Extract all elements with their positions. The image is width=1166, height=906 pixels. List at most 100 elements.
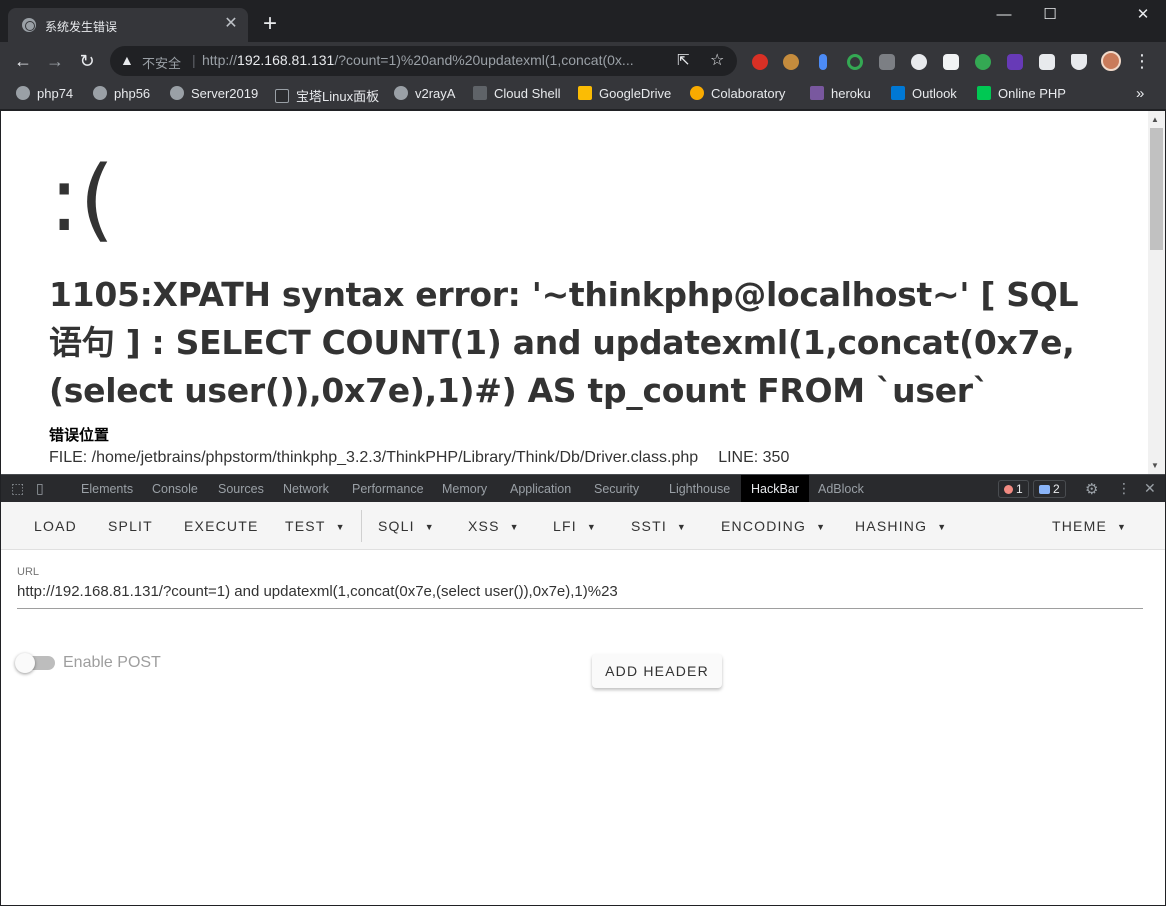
profile-avatar[interactable] — [1101, 51, 1121, 71]
xss-menu[interactable]: XSS ▼ — [468, 518, 520, 534]
tab-lighthouse[interactable]: Lighthouse — [669, 482, 730, 496]
tab-adblock[interactable]: AdBlock — [818, 482, 864, 496]
bookmark-cloud-shell[interactable]: Cloud Shell — [473, 86, 561, 101]
extension-badge-icon[interactable] — [1007, 54, 1023, 70]
ssti-menu[interactable]: SSTI ▼ — [631, 518, 687, 534]
extensions-puzzle-icon[interactable] — [1039, 54, 1055, 70]
globe-icon — [22, 18, 36, 32]
bookmark-star-icon[interactable]: ☆ — [710, 50, 724, 70]
url-input[interactable]: http://192.168.81.131/?count=1) and upda… — [17, 583, 1143, 600]
window-close-button[interactable]: ✕ — [1120, 0, 1166, 32]
add-header-button[interactable]: ADD HEADER — [592, 654, 722, 688]
settings-gear-icon[interactable]: ⚙ — [1085, 480, 1098, 498]
tab-application[interactable]: Application — [510, 482, 571, 496]
extension-cursor-icon[interactable] — [879, 54, 895, 70]
bookmark-online-php[interactable]: Online PHP — [977, 86, 1066, 101]
hashing-menu[interactable]: HASHING ▼ — [855, 518, 947, 534]
url-field-label: URL — [17, 566, 40, 578]
sqli-menu[interactable]: SQLI ▼ — [378, 518, 435, 534]
extension-document-icon[interactable] — [943, 54, 959, 70]
devtools-menu-icon[interactable]: ⋮ — [1117, 480, 1131, 497]
hackbar-panel: LOAD SPLIT EXECUTE TEST ▼ SQLI ▼ XSS ▼ LFI ▼… — [1, 502, 1165, 905]
minimize-button[interactable]: — — [981, 0, 1027, 32]
toggle-knob[interactable] — [15, 653, 35, 673]
bookmark-php74[interactable]: php74 — [16, 86, 73, 101]
browser-toolbar: ← → ↻ ▲ 不安全 | http://192.168.81.131/?cou… — [0, 42, 1166, 80]
lfi-menu[interactable]: LFI ▼ — [553, 518, 597, 534]
reload-icon[interactable]: ↻ — [74, 48, 100, 74]
encoding-menu[interactable]: ENCODING ▼ — [721, 518, 826, 534]
bookmark-heroku[interactable]: heroku — [810, 86, 871, 101]
split-button[interactable]: SPLIT — [108, 518, 153, 534]
execute-button[interactable]: EXECUTE — [184, 518, 259, 534]
error-file: FILE: /home/jetbrains/phpstorm/thinkphp_… — [49, 449, 699, 466]
extension-cookie-icon[interactable] — [783, 54, 799, 70]
extension-pin-icon[interactable] — [819, 54, 827, 70]
tab-elements[interactable]: Elements — [81, 482, 133, 496]
address-url[interactable]: http://192.168.81.131/?count=1)%20and%20… — [202, 52, 672, 68]
error-message: 1105:XPATH syntax error: '~thinkphp@loca… — [49, 275, 1079, 410]
device-toolbar-icon[interactable]: ▯ — [36, 480, 44, 497]
extension-cloud-icon[interactable] — [911, 54, 927, 70]
inspect-element-icon[interactable]: ⬚ — [11, 480, 24, 497]
warning-icon: ▲ — [120, 52, 134, 68]
bookmarks-overflow-icon[interactable]: » — [1136, 85, 1144, 102]
bookmark-server2019[interactable]: Server2019 — [170, 86, 258, 101]
load-button[interactable]: LOAD — [34, 518, 77, 534]
caret-down-icon: ▼ — [676, 522, 688, 532]
bookmarks-bar: php74 php56 Server2019 宝塔Linux面板 v2rayA … — [0, 80, 1166, 110]
tab-sources[interactable]: Sources — [218, 482, 264, 496]
bookmark-v2raya[interactable]: v2rayA — [394, 86, 455, 101]
hackbar-menu: LOAD SPLIT EXECUTE TEST ▼ SQLI ▼ XSS ▼ LFI ▼… — [1, 502, 1165, 550]
bookmark-googledrive[interactable]: GoogleDrive — [578, 86, 671, 101]
kebab-menu-icon[interactable]: ⋮ — [1133, 51, 1151, 72]
address-bar[interactable]: ▲ 不安全 | http://192.168.81.131/?count=1)%… — [110, 46, 737, 76]
share-icon[interactable]: ⇱ — [677, 51, 690, 69]
drive-icon — [578, 86, 592, 100]
scrollbar-thumb[interactable] — [1150, 128, 1163, 250]
tab-network[interactable]: Network — [283, 482, 329, 496]
extension-stop-icon[interactable] — [752, 54, 768, 70]
bookmark-php56[interactable]: php56 — [93, 86, 150, 101]
extension-ring-icon[interactable] — [847, 54, 863, 70]
enable-post-toggle[interactable] — [15, 653, 55, 673]
shell-icon — [977, 86, 991, 100]
terminal-icon — [473, 86, 487, 100]
tab-security[interactable]: Security — [594, 482, 639, 496]
lab-flask-icon[interactable] — [1071, 54, 1087, 70]
devtools-tabbar: ⬚ ▯ Elements Console Sources Network Per… — [1, 474, 1165, 503]
bookmark-bt-panel[interactable]: 宝塔Linux面板 — [275, 86, 379, 105]
message-icon — [1039, 485, 1050, 494]
tab-performance[interactable]: Performance — [352, 482, 424, 496]
errors-badge[interactable]: 1 — [998, 480, 1029, 498]
page-scrollbar[interactable]: ▲ ▼ — [1148, 111, 1165, 474]
back-icon[interactable]: ← — [10, 48, 36, 74]
browser-tab[interactable]: 系统发生错误 ✕ — [8, 8, 248, 42]
theme-menu[interactable]: THEME ▼ — [1052, 518, 1127, 534]
caret-down-icon: ▼ — [1117, 522, 1128, 532]
sad-face: :( — [49, 147, 115, 252]
caret-down-icon: ▼ — [335, 522, 346, 532]
tab-console[interactable]: Console — [152, 482, 198, 496]
extension-bug-icon[interactable] — [975, 54, 991, 70]
caret-down-icon: ▼ — [424, 522, 435, 532]
messages-badge[interactable]: 2 — [1033, 480, 1066, 498]
new-tab-button[interactable]: + — [258, 12, 282, 36]
browser-window: 系统发生错误 ✕ + — ☐ ✕ ← → ↻ ▲ 不安全 | http://19… — [0, 0, 1166, 906]
bookmark-outlook[interactable]: Outlook — [891, 86, 957, 101]
omnibox-separator: | — [192, 52, 196, 68]
globe-icon — [16, 86, 30, 100]
globe-icon — [170, 86, 184, 100]
error-icon — [1004, 485, 1013, 494]
tab-close-icon[interactable]: ✕ — [222, 15, 240, 33]
tab-memory[interactable]: Memory — [442, 482, 487, 496]
tab-hackbar[interactable]: HackBar — [741, 475, 809, 503]
scroll-down-icon[interactable]: ▼ — [1151, 461, 1159, 470]
scroll-up-icon[interactable]: ▲ — [1151, 115, 1159, 124]
test-menu[interactable]: TEST ▼ — [285, 518, 346, 534]
bookmark-colaboratory[interactable]: Colaboratory — [690, 86, 785, 101]
devtools-close-icon[interactable]: ✕ — [1144, 480, 1156, 497]
forward-icon[interactable]: → — [42, 48, 68, 74]
maximize-button[interactable]: ☐ — [1027, 0, 1073, 32]
page-content: :( 1105:XPATH syntax error: '~thinkphp@l… — [1, 111, 1165, 474]
